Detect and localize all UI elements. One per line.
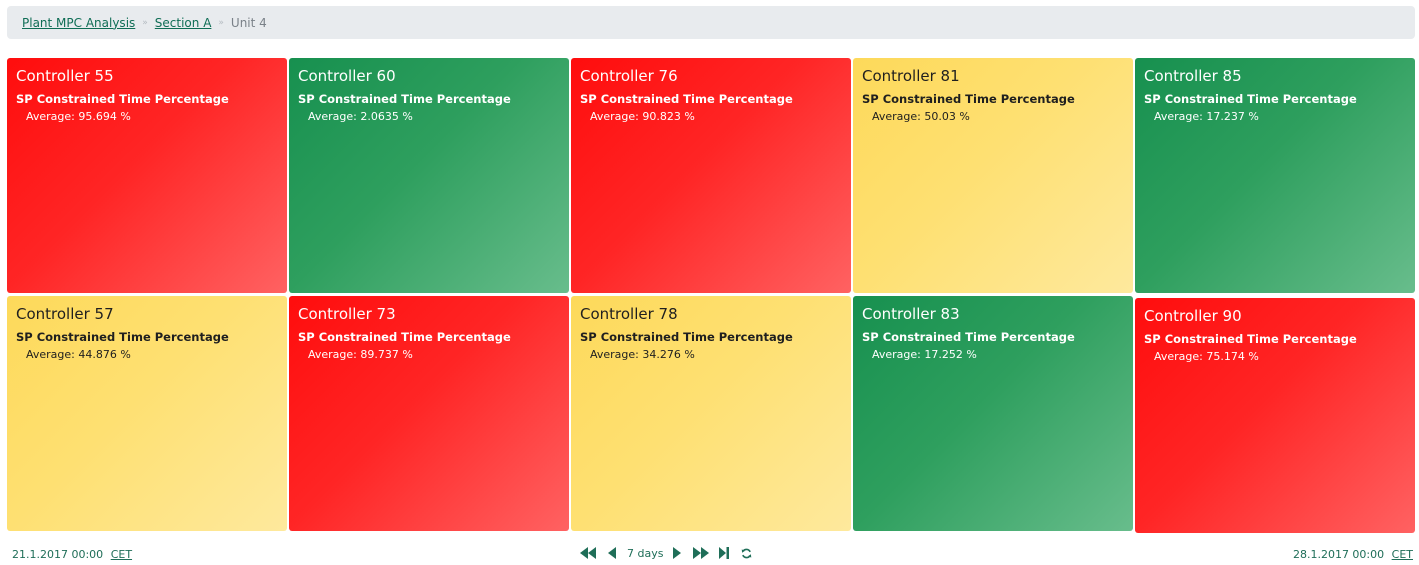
controller-tile[interactable]: Controller 55 SP Constrained Time Percen… bbox=[7, 58, 287, 293]
step-backward-icon[interactable] bbox=[608, 544, 616, 562]
metric-name: SP Constrained Time Percentage bbox=[16, 330, 229, 344]
controller-tile[interactable]: Controller 85 SP Constrained Time Percen… bbox=[1135, 58, 1415, 293]
metric-name: SP Constrained Time Percentage bbox=[1144, 332, 1357, 346]
metric-average: Average: 44.876 % bbox=[26, 348, 131, 361]
breadcrumb-separator: » bbox=[142, 17, 148, 28]
controller-title: Controller 73 bbox=[298, 305, 396, 323]
refresh-icon[interactable] bbox=[741, 544, 752, 562]
range-start: 21.1.2017 00:00 CET bbox=[12, 548, 132, 561]
metric-name: SP Constrained Time Percentage bbox=[1144, 92, 1357, 106]
fast-backward-icon[interactable] bbox=[580, 544, 596, 562]
metric-average: Average: 95.694 % bbox=[26, 110, 131, 123]
metric-average: Average: 89.737 % bbox=[308, 348, 413, 361]
metric-average: Average: 2.0635 % bbox=[308, 110, 413, 123]
controller-tile[interactable]: Controller 60 SP Constrained Time Percen… bbox=[289, 58, 569, 293]
metric-average: Average: 90.823 % bbox=[590, 110, 695, 123]
controller-tile[interactable]: Controller 57 SP Constrained Time Percen… bbox=[7, 296, 287, 531]
controller-tile[interactable]: Controller 78 SP Constrained Time Percen… bbox=[571, 296, 851, 531]
controller-tile[interactable]: Controller 81 SP Constrained Time Percen… bbox=[853, 58, 1133, 293]
controller-tile[interactable]: Controller 76 SP Constrained Time Percen… bbox=[571, 58, 851, 293]
end-date: 28.1.2017 00:00 bbox=[1292, 548, 1385, 561]
controller-title: Controller 81 bbox=[862, 67, 960, 85]
metric-name: SP Constrained Time Percentage bbox=[298, 92, 511, 106]
metric-name: SP Constrained Time Percentage bbox=[862, 330, 1075, 344]
timezone-link[interactable]: CET bbox=[111, 548, 132, 561]
metric-average: Average: 75.174 % bbox=[1154, 350, 1259, 363]
controller-grid: Controller 55 SP Constrained Time Percen… bbox=[7, 58, 1415, 534]
start-date: 21.1.2017 00:00 bbox=[12, 548, 104, 561]
controller-title: Controller 55 bbox=[16, 67, 114, 85]
fast-forward-icon[interactable] bbox=[693, 544, 710, 562]
time-range-footer: 21.1.2017 00:00 CET 7 days 28.1.2017 00:… bbox=[0, 541, 1419, 565]
controller-title: Controller 90 bbox=[1144, 307, 1242, 325]
controller-title: Controller 85 bbox=[1144, 67, 1242, 85]
breadcrumb-link-section-a[interactable]: Section A bbox=[155, 16, 212, 30]
controller-title: Controller 78 bbox=[580, 305, 678, 323]
skip-to-end-icon[interactable] bbox=[719, 544, 730, 562]
timezone-link[interactable]: CET bbox=[1392, 548, 1413, 561]
metric-average: Average: 17.252 % bbox=[872, 348, 977, 361]
metric-name: SP Constrained Time Percentage bbox=[16, 92, 229, 106]
metric-name: SP Constrained Time Percentage bbox=[862, 92, 1075, 106]
metric-average: Average: 50.03 % bbox=[872, 110, 970, 123]
controller-title: Controller 76 bbox=[580, 67, 678, 85]
time-navigation: 7 days bbox=[580, 544, 752, 562]
breadcrumb-separator: » bbox=[218, 17, 224, 28]
breadcrumb-link-plant-mpc-analysis[interactable]: Plant MPC Analysis bbox=[22, 16, 135, 30]
controller-title: Controller 57 bbox=[16, 305, 114, 323]
metric-average: Average: 17.237 % bbox=[1154, 110, 1259, 123]
controller-tile[interactable]: Controller 90 SP Constrained Time Percen… bbox=[1135, 298, 1415, 533]
range-length-label: 7 days bbox=[627, 546, 664, 560]
controller-title: Controller 60 bbox=[298, 67, 396, 85]
breadcrumb: Plant MPC Analysis » Section A » Unit 4 bbox=[7, 6, 1415, 39]
range-end: 28.1.2017 00:00 CET bbox=[1293, 548, 1413, 561]
metric-name: SP Constrained Time Percentage bbox=[580, 330, 793, 344]
metric-name: SP Constrained Time Percentage bbox=[298, 330, 511, 344]
breadcrumb-current: Unit 4 bbox=[230, 15, 267, 30]
metric-average: Average: 34.276 % bbox=[590, 348, 695, 361]
controller-tile[interactable]: Controller 73 SP Constrained Time Percen… bbox=[289, 296, 569, 531]
metric-name: SP Constrained Time Percentage bbox=[580, 92, 793, 106]
controller-tile[interactable]: Controller 83 SP Constrained Time Percen… bbox=[853, 296, 1133, 531]
controller-title: Controller 83 bbox=[862, 305, 960, 323]
step-forward-icon[interactable] bbox=[673, 544, 682, 562]
